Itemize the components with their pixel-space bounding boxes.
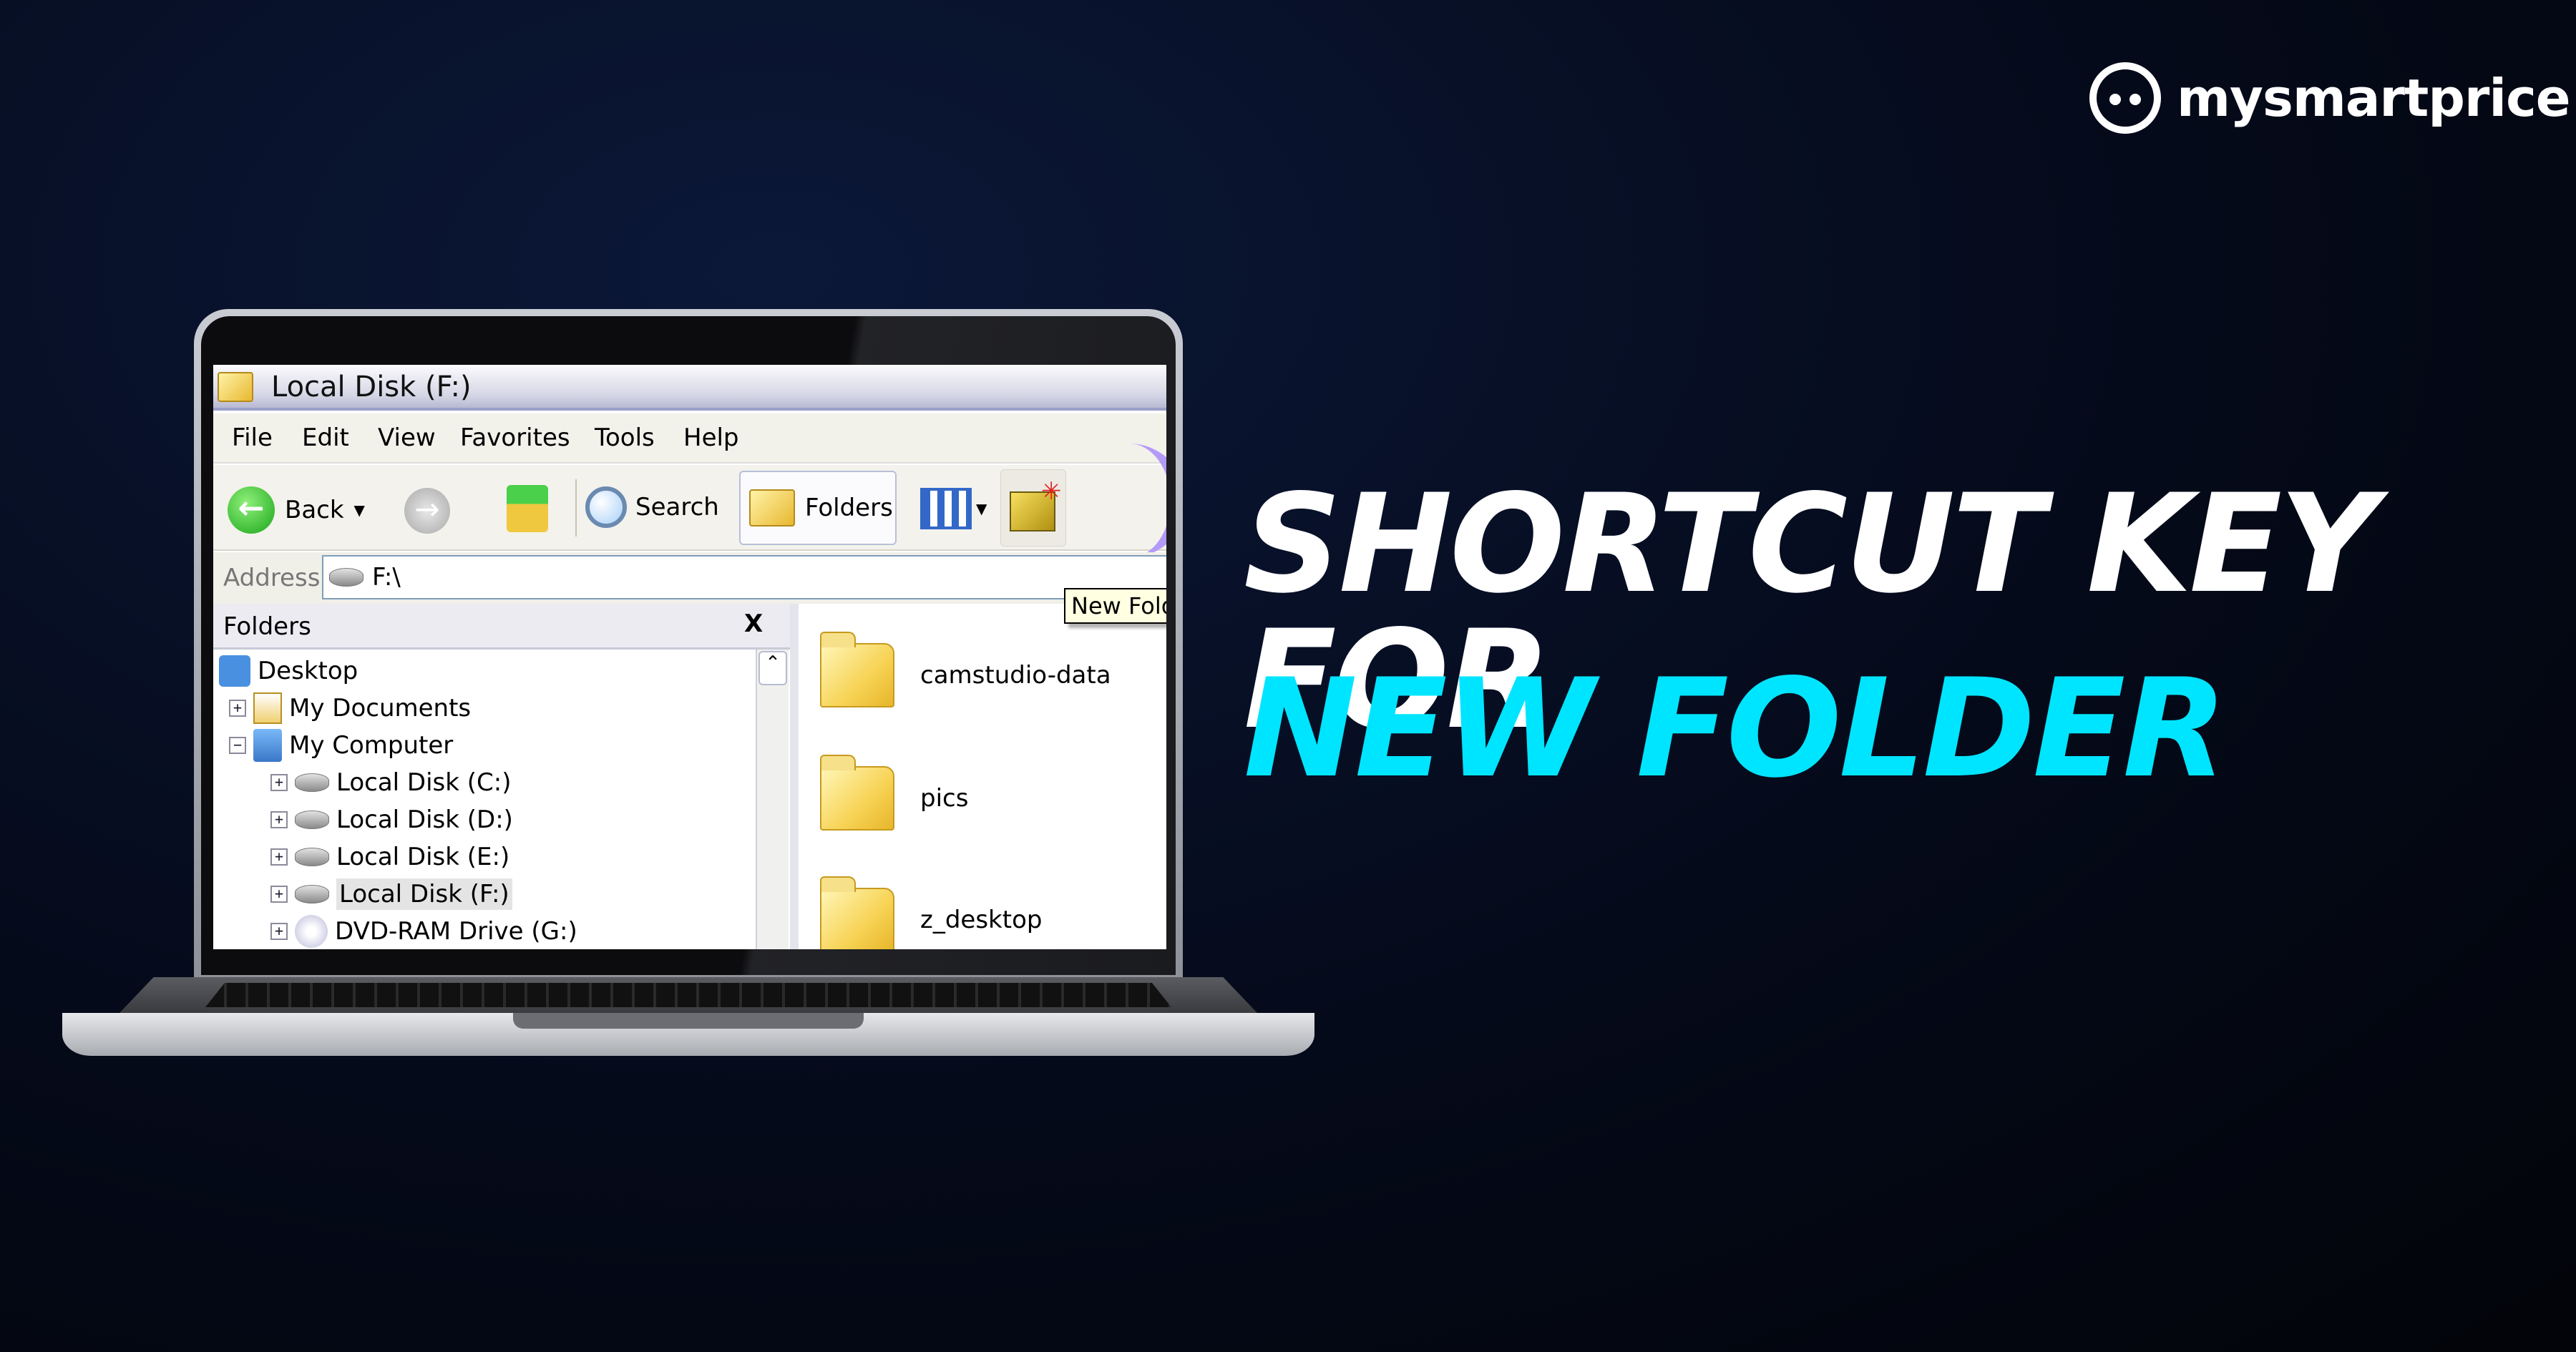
menu-edit[interactable]: Edit xyxy=(302,423,349,452)
explorer-window: Local Disk (F:) File Edit View Favorites… xyxy=(213,365,1166,949)
search-button[interactable]: Search xyxy=(585,486,719,528)
back-arrow-icon: ← xyxy=(228,486,275,534)
chevron-down-icon: ▼ xyxy=(976,500,987,517)
tree-item-disk-f[interactable]: + Local Disk (F:) xyxy=(270,876,512,913)
folder-icon xyxy=(820,755,894,831)
tree-item-desktop[interactable]: Desktop xyxy=(219,652,358,690)
expand-icon[interactable]: + xyxy=(270,811,288,828)
address-input[interactable]: F:\ xyxy=(322,555,1166,599)
pane-divider[interactable] xyxy=(790,604,799,949)
address-label: Address xyxy=(223,564,321,592)
file-item[interactable]: z_desktop xyxy=(820,876,1042,949)
menu-file[interactable]: File xyxy=(232,423,273,452)
headline-line-2: NEW FOLDER xyxy=(1244,650,2228,808)
file-item[interactable]: camstudio-data xyxy=(820,632,1111,711)
file-list: camstudio-data pics z_desktop xyxy=(799,604,1166,949)
tooltip: New Folder xyxy=(1064,588,1166,624)
sparkle-icon: ✳ xyxy=(1041,477,1062,506)
folders-pane-title: Folders xyxy=(223,612,311,641)
menu-bar: File Edit View Favorites Tools Help xyxy=(213,413,1166,464)
owl-icon xyxy=(2089,62,2161,134)
back-button[interactable]: ← Back ▼ xyxy=(228,486,365,534)
pointer-arrow-icon xyxy=(1101,444,1166,558)
scroll-up-button[interactable]: ⌃ xyxy=(758,651,787,685)
folder-tree: Desktop + My Documents − My Computer + Loca… xyxy=(213,650,757,949)
folder-open-icon xyxy=(218,372,253,402)
address-value: F:\ xyxy=(372,563,401,592)
folders-label: Folders xyxy=(805,494,893,522)
search-icon xyxy=(585,486,627,528)
expand-icon[interactable]: + xyxy=(270,923,288,940)
views-button[interactable]: ▼ xyxy=(920,488,987,529)
search-label: Search xyxy=(635,493,719,521)
brand-name: mysmartprice xyxy=(2177,68,2571,128)
drive-icon xyxy=(295,773,329,792)
forward-button[interactable]: → xyxy=(404,488,450,534)
menu-favorites[interactable]: Favorites xyxy=(460,423,570,452)
expand-icon[interactable]: + xyxy=(270,774,288,791)
toolbar: ← Back ▼ → Search Folders ▼ ✳ xyxy=(213,465,1166,551)
folders-pane-header: Folders X xyxy=(213,604,799,650)
drive-icon xyxy=(329,568,364,587)
expand-icon[interactable]: + xyxy=(270,886,288,903)
up-folder-icon[interactable] xyxy=(507,485,548,532)
menu-tools[interactable]: Tools xyxy=(595,423,655,452)
tree-item-disk-c[interactable]: + Local Disk (C:) xyxy=(270,764,512,801)
tree-item-disk-d[interactable]: + Local Disk (D:) xyxy=(270,801,513,838)
folders-button[interactable]: Folders xyxy=(739,471,897,545)
desktop-icon xyxy=(219,655,250,687)
file-item[interactable]: pics xyxy=(820,755,968,834)
collapse-icon[interactable]: − xyxy=(229,737,246,754)
views-grid-icon xyxy=(920,488,972,529)
expand-icon[interactable]: + xyxy=(229,700,246,717)
computer-icon xyxy=(253,729,282,762)
drive-icon xyxy=(295,885,329,903)
laptop-base xyxy=(62,977,1314,1071)
expand-icon[interactable]: + xyxy=(270,848,288,866)
brand-logo: mysmartprice xyxy=(2089,62,2571,134)
folder-icon xyxy=(820,876,894,949)
close-pane-button[interactable]: X xyxy=(744,609,763,638)
tree-item-my-computer[interactable]: − My Computer xyxy=(229,727,453,764)
window-title: Local Disk (F:) xyxy=(271,371,472,403)
tree-item-dvd-g[interactable]: + DVD-RAM Drive (G:) xyxy=(270,913,577,949)
folders-icon xyxy=(749,489,795,526)
dvd-drive-icon xyxy=(295,915,328,948)
tree-item-my-documents[interactable]: + My Documents xyxy=(229,690,471,727)
back-label: Back xyxy=(285,496,344,524)
address-bar: Address F:\ xyxy=(213,552,1166,604)
toolbar-separator xyxy=(575,479,577,537)
folder-icon xyxy=(820,632,894,707)
drive-icon xyxy=(295,810,329,829)
new-folder-button[interactable]: ✳ xyxy=(1000,469,1066,547)
chevron-down-icon: ▼ xyxy=(353,501,365,519)
tree-item-disk-e[interactable]: + Local Disk (E:) xyxy=(270,838,509,876)
menu-help[interactable]: Help xyxy=(683,423,739,452)
menu-view[interactable]: View xyxy=(378,423,436,452)
title-bar: Local Disk (F:) xyxy=(213,365,1166,411)
drive-icon xyxy=(295,848,329,866)
documents-icon xyxy=(253,692,282,724)
tree-scrollbar[interactable]: ⌃ xyxy=(756,650,789,949)
